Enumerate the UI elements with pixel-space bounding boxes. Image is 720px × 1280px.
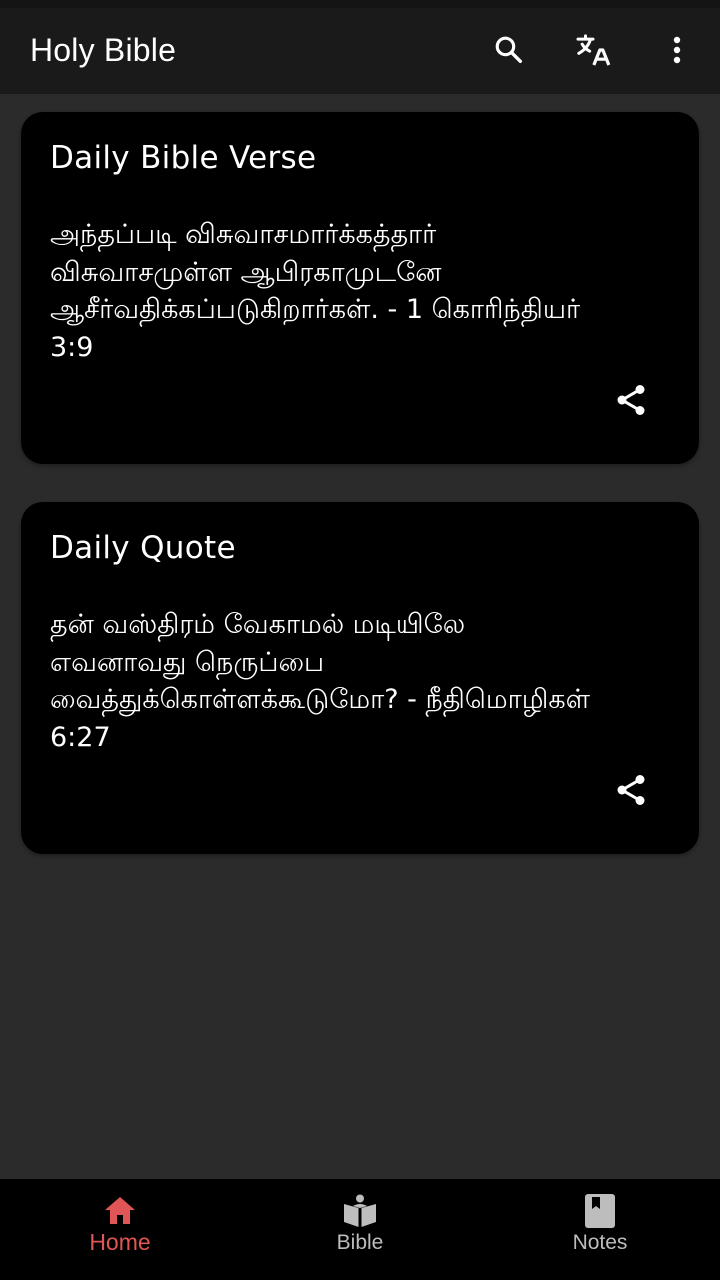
share-button[interactable] <box>611 772 651 812</box>
translate-button[interactable] <box>573 30 613 70</box>
notes-book-icon <box>580 1193 620 1229</box>
more-vert-icon <box>672 35 682 65</box>
share-icon <box>613 772 649 812</box>
home-icon <box>100 1193 140 1229</box>
bible-reader-icon <box>340 1193 380 1229</box>
daily-quote-card: Daily Quote தன் வஸ்திரம் வேகாமல் மடியிலே… <box>21 502 699 854</box>
share-button[interactable] <box>611 382 651 422</box>
translate-icon <box>573 30 613 70</box>
nav-item-bible[interactable]: Bible <box>240 1179 480 1280</box>
card-body-text: அந்தப்படி விசுவாசமார்க்கத்தார் விசுவாசமு… <box>50 219 581 363</box>
home-content: Daily Bible Verse அந்தப்படி விசுவாசமார்க… <box>0 94 720 1179</box>
share-icon <box>613 382 649 422</box>
app-title: Holy Bible <box>30 32 177 68</box>
card-title: Daily Quote <box>50 530 236 566</box>
nav-label: Bible <box>336 1231 384 1254</box>
app-bar: Holy Bible <box>0 8 720 94</box>
nav-label: Notes <box>572 1231 628 1254</box>
more-options-button[interactable] <box>657 30 697 70</box>
nav-label: Home <box>89 1229 151 1255</box>
card-title: Daily Bible Verse <box>50 140 317 176</box>
search-icon <box>492 33 526 67</box>
status-bar-strip <box>0 0 720 8</box>
nav-item-home[interactable]: Home <box>0 1179 240 1280</box>
daily-verse-card: Daily Bible Verse அந்தப்படி விசுவாசமார்க… <box>21 112 699 464</box>
nav-item-notes[interactable]: Notes <box>480 1179 720 1280</box>
search-button[interactable] <box>489 30 529 70</box>
card-body-text: தன் வஸ்திரம் வேகாமல் மடியிலே எவனாவது நெர… <box>50 609 590 753</box>
bottom-navigation: Home Bible Notes <box>0 1179 720 1280</box>
